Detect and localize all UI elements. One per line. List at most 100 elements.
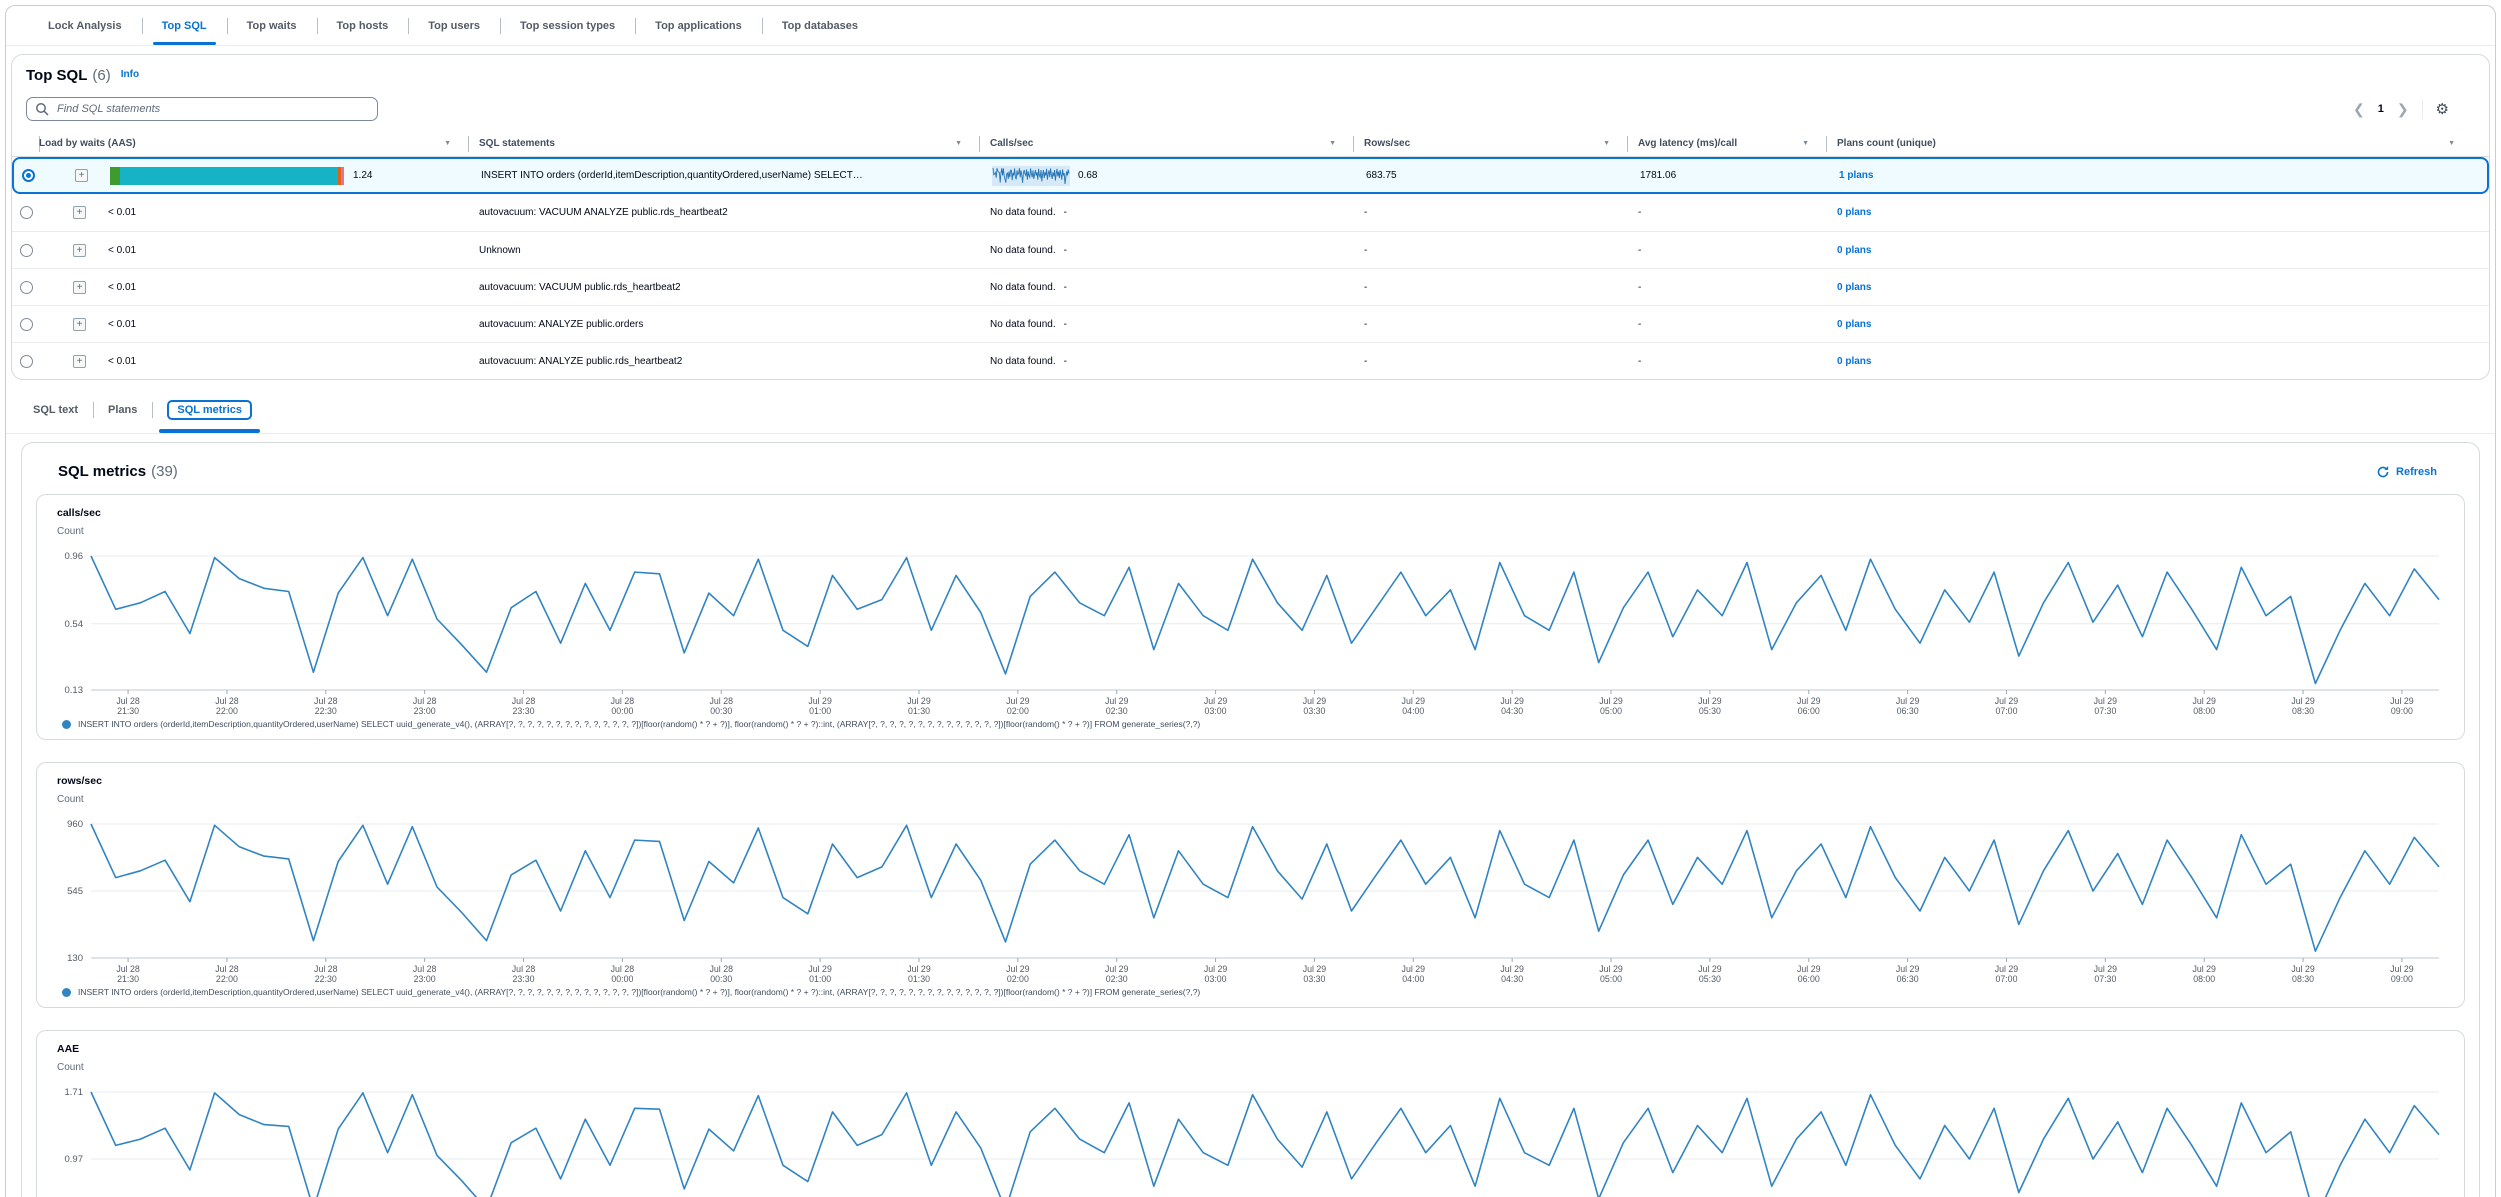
- sql-search-box[interactable]: [26, 97, 378, 121]
- row-select-cell: [12, 244, 33, 257]
- plans-link[interactable]: 0 plans: [1837, 319, 1871, 330]
- line-chart[interactable]: 0.960.540.13Jul 2821:30Jul 2822:00Jul 28…: [57, 539, 2445, 719]
- rows-per-sec-cell: -: [1354, 282, 1628, 293]
- svg-text:Jul 2908:30: Jul 2908:30: [2291, 964, 2315, 984]
- column-header-load[interactable]: Load by waits (AAS) ▼: [33, 131, 469, 156]
- page-number[interactable]: 1: [2378, 103, 2384, 115]
- sql-statement-link[interactable]: INSERT INTO orders (orderId,itemDescript…: [481, 170, 863, 181]
- legend-label[interactable]: INSERT INTO orders (orderId,itemDescript…: [78, 987, 1200, 997]
- filter-caret-icon[interactable]: ▼: [444, 140, 451, 147]
- tab-top-applications[interactable]: Top applications: [635, 6, 762, 45]
- svg-text:Jul 2821:30: Jul 2821:30: [116, 964, 140, 984]
- gear-icon[interactable]: ⚙: [2436, 102, 2449, 117]
- tab-sql-metrics[interactable]: SQL metrics: [152, 387, 267, 433]
- expand-row-icon[interactable]: +: [75, 169, 88, 182]
- tab-top-waits[interactable]: Top waits: [227, 6, 317, 45]
- tab-top-sql[interactable]: Top SQL: [142, 6, 227, 45]
- row-radio[interactable]: [20, 244, 33, 257]
- tab-top-users[interactable]: Top users: [408, 6, 500, 45]
- expand-row-icon[interactable]: +: [73, 206, 86, 219]
- next-page-button[interactable]: ❯: [2397, 102, 2409, 116]
- pagination: ❮ 1 ❯ ⚙: [2353, 99, 2475, 119]
- tab-sql-text[interactable]: SQL text: [18, 387, 93, 433]
- table-row[interactable]: +1.24INSERT INTO orders (orderId,itemDes…: [12, 157, 2489, 194]
- filter-caret-icon[interactable]: ▼: [2448, 140, 2455, 147]
- info-link[interactable]: Info: [121, 69, 139, 80]
- load-value: < 0.01: [108, 319, 136, 330]
- line-chart[interactable]: 960545130Jul 2821:30Jul 2822:00Jul 2822:…: [57, 807, 2445, 987]
- svg-text:Jul 2905:00: Jul 2905:00: [1599, 696, 1623, 716]
- plans-count-cell: 0 plans: [1827, 282, 2489, 293]
- svg-text:0.96: 0.96: [65, 551, 84, 562]
- sql-statement-link[interactable]: Unknown: [479, 245, 521, 256]
- sql-statement-cell: autovacuum: VACUUM ANALYZE public.rds_he…: [469, 207, 980, 218]
- row-radio[interactable]: [20, 206, 33, 219]
- no-data-note: No data found.: [990, 282, 1056, 293]
- table-row[interactable]: +< 0.01UnknownNo data found.---0 plans: [12, 231, 2489, 268]
- tab-plans[interactable]: Plans: [93, 387, 152, 433]
- expand-row-icon[interactable]: +: [73, 318, 86, 331]
- refresh-button[interactable]: Refresh: [2376, 465, 2437, 479]
- svg-text:Jul 2903:00: Jul 2903:00: [1204, 964, 1228, 984]
- chart-panel-calls-sec: calls/secCount0.960.540.13Jul 2821:30Jul…: [36, 494, 2465, 740]
- legend-label[interactable]: INSERT INTO orders (orderId,itemDescript…: [78, 719, 1200, 729]
- filter-caret-icon[interactable]: ▼: [1802, 140, 1809, 147]
- filter-caret-icon[interactable]: ▼: [1329, 140, 1336, 147]
- sql-statement-link[interactable]: autovacuum: VACUUM ANALYZE public.rds_he…: [479, 207, 728, 218]
- column-header-rows[interactable]: Rows/sec ▼: [1354, 131, 1628, 156]
- filter-caret-icon[interactable]: ▼: [955, 140, 962, 147]
- calls-per-sec-cell: No data found.-: [980, 356, 1354, 367]
- expand-row-icon[interactable]: +: [73, 355, 86, 368]
- no-data-note: No data found.: [990, 356, 1056, 367]
- plans-link[interactable]: 0 plans: [1837, 245, 1871, 256]
- table-row[interactable]: + < 0.01 autovacuum: ANALYZE public.orders…: [12, 305, 2489, 342]
- table-row[interactable]: +< 0.01autovacuum: ANALYZE public.rds_he…: [12, 342, 2489, 379]
- expand-row-icon[interactable]: +: [73, 281, 86, 294]
- svg-text:Jul 2903:30: Jul 2903:30: [1303, 964, 1327, 984]
- svg-text:Jul 2904:30: Jul 2904:30: [1500, 696, 1524, 716]
- search-icon: [35, 102, 49, 116]
- tab-top-session-types[interactable]: Top session types: [500, 6, 635, 45]
- top-sql-card: Top SQL (6) Info ❮ 1 ❯ ⚙: [11, 54, 2490, 380]
- svg-text:Jul 2823:00: Jul 2823:00: [413, 964, 437, 984]
- chart-y-axis-label: Count: [57, 526, 2444, 537]
- rows-per-sec-cell: 683.75: [1356, 170, 1630, 181]
- tab-top-databases[interactable]: Top databases: [762, 6, 878, 45]
- prev-page-button[interactable]: ❮: [2353, 102, 2365, 116]
- column-header-sql[interactable]: SQL statements ▼: [469, 131, 980, 156]
- row-radio[interactable]: [22, 169, 35, 182]
- plans-count-cell: 0 plans: [1827, 319, 2489, 330]
- row-radio[interactable]: [20, 318, 33, 331]
- sql-statement-link[interactable]: autovacuum: ANALYZE public.orders: [479, 319, 643, 330]
- search-input[interactable]: [55, 102, 369, 116]
- sql-statement-cell: autovacuum: ANALYZE public.rds_heartbeat…: [469, 356, 980, 367]
- expand-row-icon[interactable]: +: [73, 244, 86, 257]
- load-by-waits-cell: + < 0.01: [33, 318, 469, 331]
- plans-count-cell: 0 plans: [1827, 207, 2489, 218]
- row-radio[interactable]: [20, 281, 33, 294]
- filter-caret-icon[interactable]: ▼: [1603, 140, 1610, 147]
- line-chart[interactable]: 1.710.970.23Jul 2821:30Jul 2822:00Jul 28…: [57, 1075, 2445, 1197]
- rows-per-sec-cell: -: [1354, 245, 1628, 256]
- plans-link[interactable]: 0 plans: [1837, 207, 1871, 218]
- row-radio[interactable]: [20, 355, 33, 368]
- svg-text:Jul 2905:00: Jul 2905:00: [1599, 964, 1623, 984]
- svg-text:Jul 2800:30: Jul 2800:30: [710, 696, 734, 716]
- tab-top-hosts[interactable]: Top hosts: [317, 6, 409, 45]
- plans-link[interactable]: 0 plans: [1837, 282, 1871, 293]
- sql-statement-link[interactable]: autovacuum: VACUUM public.rds_heartbeat2: [479, 282, 681, 293]
- svg-text:Jul 2905:30: Jul 2905:30: [1698, 696, 1722, 716]
- column-header-latency[interactable]: Avg latency (ms)/call ▼: [1628, 131, 1827, 156]
- column-header-calls[interactable]: Calls/sec ▼: [980, 131, 1354, 156]
- svg-text:Jul 2800:30: Jul 2800:30: [710, 964, 734, 984]
- column-header-plans[interactable]: Plans count (unique) ▼: [1827, 131, 2489, 156]
- legend-dot-icon: [62, 988, 71, 997]
- plans-link[interactable]: 0 plans: [1837, 356, 1871, 367]
- load-by-waits-cell: +< 0.01: [33, 206, 469, 219]
- tab-lock-analysis[interactable]: Lock Analysis: [28, 6, 142, 45]
- table-row[interactable]: +< 0.01 autovacuum: VACUUM ANALYZE public…: [12, 194, 2489, 231]
- sql-statement-link[interactable]: autovacuum: ANALYZE public.rds_heartbeat…: [479, 356, 682, 367]
- plans-link[interactable]: 1 plans: [1839, 170, 1873, 181]
- svg-text:Jul 2906:00: Jul 2906:00: [1797, 964, 1821, 984]
- table-row[interactable]: +< 0.01autovacuum: VACUUM public.rds_hea…: [12, 268, 2489, 305]
